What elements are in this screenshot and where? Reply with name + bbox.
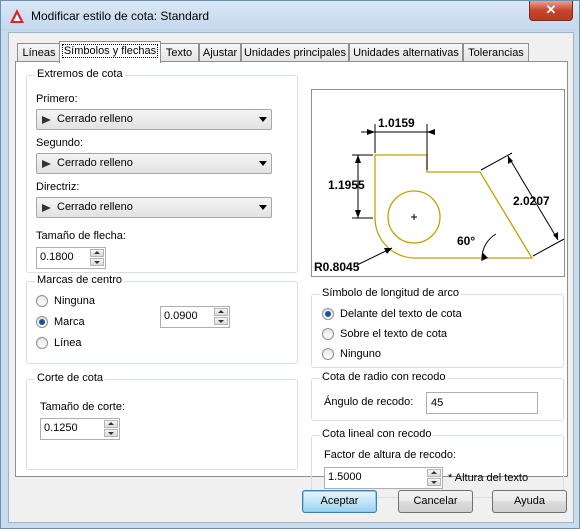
tab-ajustar[interactable]: Ajustar (199, 43, 241, 62)
arrowheads-group: Extremos de cota Primero: Cerrado rellen… (26, 68, 298, 273)
help-button[interactable]: Ayuda (492, 490, 567, 513)
dimension-preview: 1.0159 1.1955 2.0207 60° R0.8045 (311, 89, 565, 277)
triangle-up-icon (218, 310, 224, 313)
filled-arrow-icon (42, 116, 51, 124)
first-arrow-label: Primero: (36, 93, 78, 105)
chevron-down-icon (259, 161, 267, 166)
center-mark-line-label: Línea (54, 337, 82, 349)
triangle-up-icon (431, 471, 437, 474)
spin-down-button[interactable] (214, 317, 228, 325)
close-icon: ✕ (545, 2, 557, 17)
center-mark-mark-radio[interactable] (36, 316, 48, 328)
jog-factor-label: Factor de altura de recodo: (324, 449, 457, 461)
triangle-down-icon (94, 261, 100, 264)
second-arrow-select[interactable]: Cerrado relleno (36, 153, 272, 174)
center-mark-mark-label: Marca (54, 316, 85, 328)
chevron-down-icon (259, 117, 267, 122)
title-bar[interactable]: Modificar estilo de cota: Standard ✕ (1, 1, 579, 31)
triangle-down-icon (218, 320, 224, 323)
preview-radius: R0.8045 (314, 260, 360, 274)
tab-lineas[interactable]: Líneas (17, 43, 61, 62)
preview-drawing: 1.0159 1.1955 2.0207 60° R0.8045 (314, 116, 565, 274)
arc-before-text-radio[interactable] (322, 308, 334, 320)
jog-angle-input[interactable]: 45 (426, 392, 538, 414)
center-mark-none-label: Ninguna (54, 295, 95, 307)
spin-up-button[interactable] (90, 249, 104, 257)
triangle-up-icon (94, 251, 100, 254)
radius-jog-group-label: Cota de radio con recodo (320, 371, 448, 383)
arc-above-text-radio[interactable] (322, 328, 334, 340)
arrowheads-group-label: Extremos de cota (35, 68, 125, 80)
linear-jog-group: Cota lineal con recodo Factor de altura … (311, 428, 564, 498)
arc-none-label: Ninguno (340, 348, 381, 360)
center-marks-group-label: Marcas de centro (35, 274, 124, 286)
arc-none-radio[interactable] (322, 348, 334, 360)
arrow-size-label: Tamaño de flecha: (36, 230, 126, 242)
center-mark-line-radio[interactable] (36, 337, 48, 349)
arc-above-text-label: Sobre el texto de cota (340, 328, 448, 340)
tab-unidades-principales[interactable]: Unidades principales (241, 43, 349, 62)
spin-up-button[interactable] (214, 308, 228, 316)
window-title: Modificar estilo de cota: Standard (31, 9, 210, 23)
spin-down-button[interactable] (104, 429, 118, 437)
second-arrow-label: Segundo: (36, 137, 84, 149)
break-size-label: Tamaño de corte: (40, 401, 125, 413)
preview-dim-left: 1.1955 (328, 178, 365, 192)
dim-break-group-label: Corte de cota (35, 372, 106, 384)
tab-tolerancias[interactable]: Tolerancias (463, 43, 529, 62)
spin-up-button[interactable] (427, 469, 441, 477)
break-size-spinner[interactable]: 0.1250 (40, 418, 120, 440)
preview-angle: 60° (457, 234, 475, 248)
radius-jog-group: Cota de radio con recodo Ángulo de recod… (311, 371, 564, 421)
center-mark-none-radio[interactable] (36, 295, 48, 307)
spin-down-button[interactable] (90, 258, 104, 266)
arc-before-text-label: Delante del texto de cota (340, 308, 462, 320)
filled-arrow-icon (42, 160, 51, 168)
autocad-app-icon (10, 9, 24, 23)
tab-unidades-alternativas[interactable]: Unidades alternativas (349, 43, 463, 62)
cancel-button[interactable]: Cancelar (398, 490, 473, 513)
triangle-down-icon (108, 432, 114, 435)
jog-factor-suffix: * Altura del texto (448, 472, 529, 484)
jog-angle-label: Ángulo de recodo: (324, 396, 414, 408)
filled-arrow-icon (42, 204, 51, 212)
tab-panel-simbolos: Extremos de cota Primero: Cerrado rellen… (15, 61, 568, 498)
dim-break-group: Corte de cota Tamaño de corte: 0.1250 (26, 372, 298, 470)
dialog-client-area: Líneas Símbolos y flechas Texto Ajustar … (8, 32, 574, 523)
close-button[interactable]: ✕ (529, 1, 573, 21)
leader-arrow-select[interactable]: Cerrado relleno (36, 197, 272, 218)
jog-factor-spinner[interactable]: 1.5000 (324, 467, 443, 489)
arc-length-group: Símbolo de longitud de arco Delante del … (311, 287, 564, 368)
spin-up-button[interactable] (104, 420, 118, 428)
tab-texto[interactable]: Texto (159, 43, 199, 62)
ok-button[interactable]: Aceptar (302, 490, 377, 513)
triangle-down-icon (431, 481, 437, 484)
preview-dim-top: 1.0159 (378, 116, 415, 130)
center-marks-group: Marcas de centro Ninguna Marca Línea 0.0… (26, 274, 298, 364)
preview-dim-right: 2.0207 (513, 194, 550, 208)
arc-length-group-label: Símbolo de longitud de arco (320, 287, 461, 299)
dialog-window: Modificar estilo de cota: Standard ✕ Lín… (0, 0, 580, 529)
arrow-size-spinner[interactable]: 0.1800 (36, 247, 106, 269)
chevron-down-icon (259, 205, 267, 210)
tab-simbolos-y-flechas[interactable]: Símbolos y flechas (59, 41, 161, 63)
linear-jog-group-label: Cota lineal con recodo (320, 428, 434, 440)
center-mark-size-spinner[interactable]: 0.0900 (160, 306, 230, 328)
triangle-up-icon (108, 422, 114, 425)
first-arrow-select[interactable]: Cerrado relleno (36, 109, 272, 130)
preview-shape (374, 154, 534, 259)
spin-down-button[interactable] (427, 478, 441, 486)
leader-arrow-label: Directriz: (36, 181, 80, 193)
